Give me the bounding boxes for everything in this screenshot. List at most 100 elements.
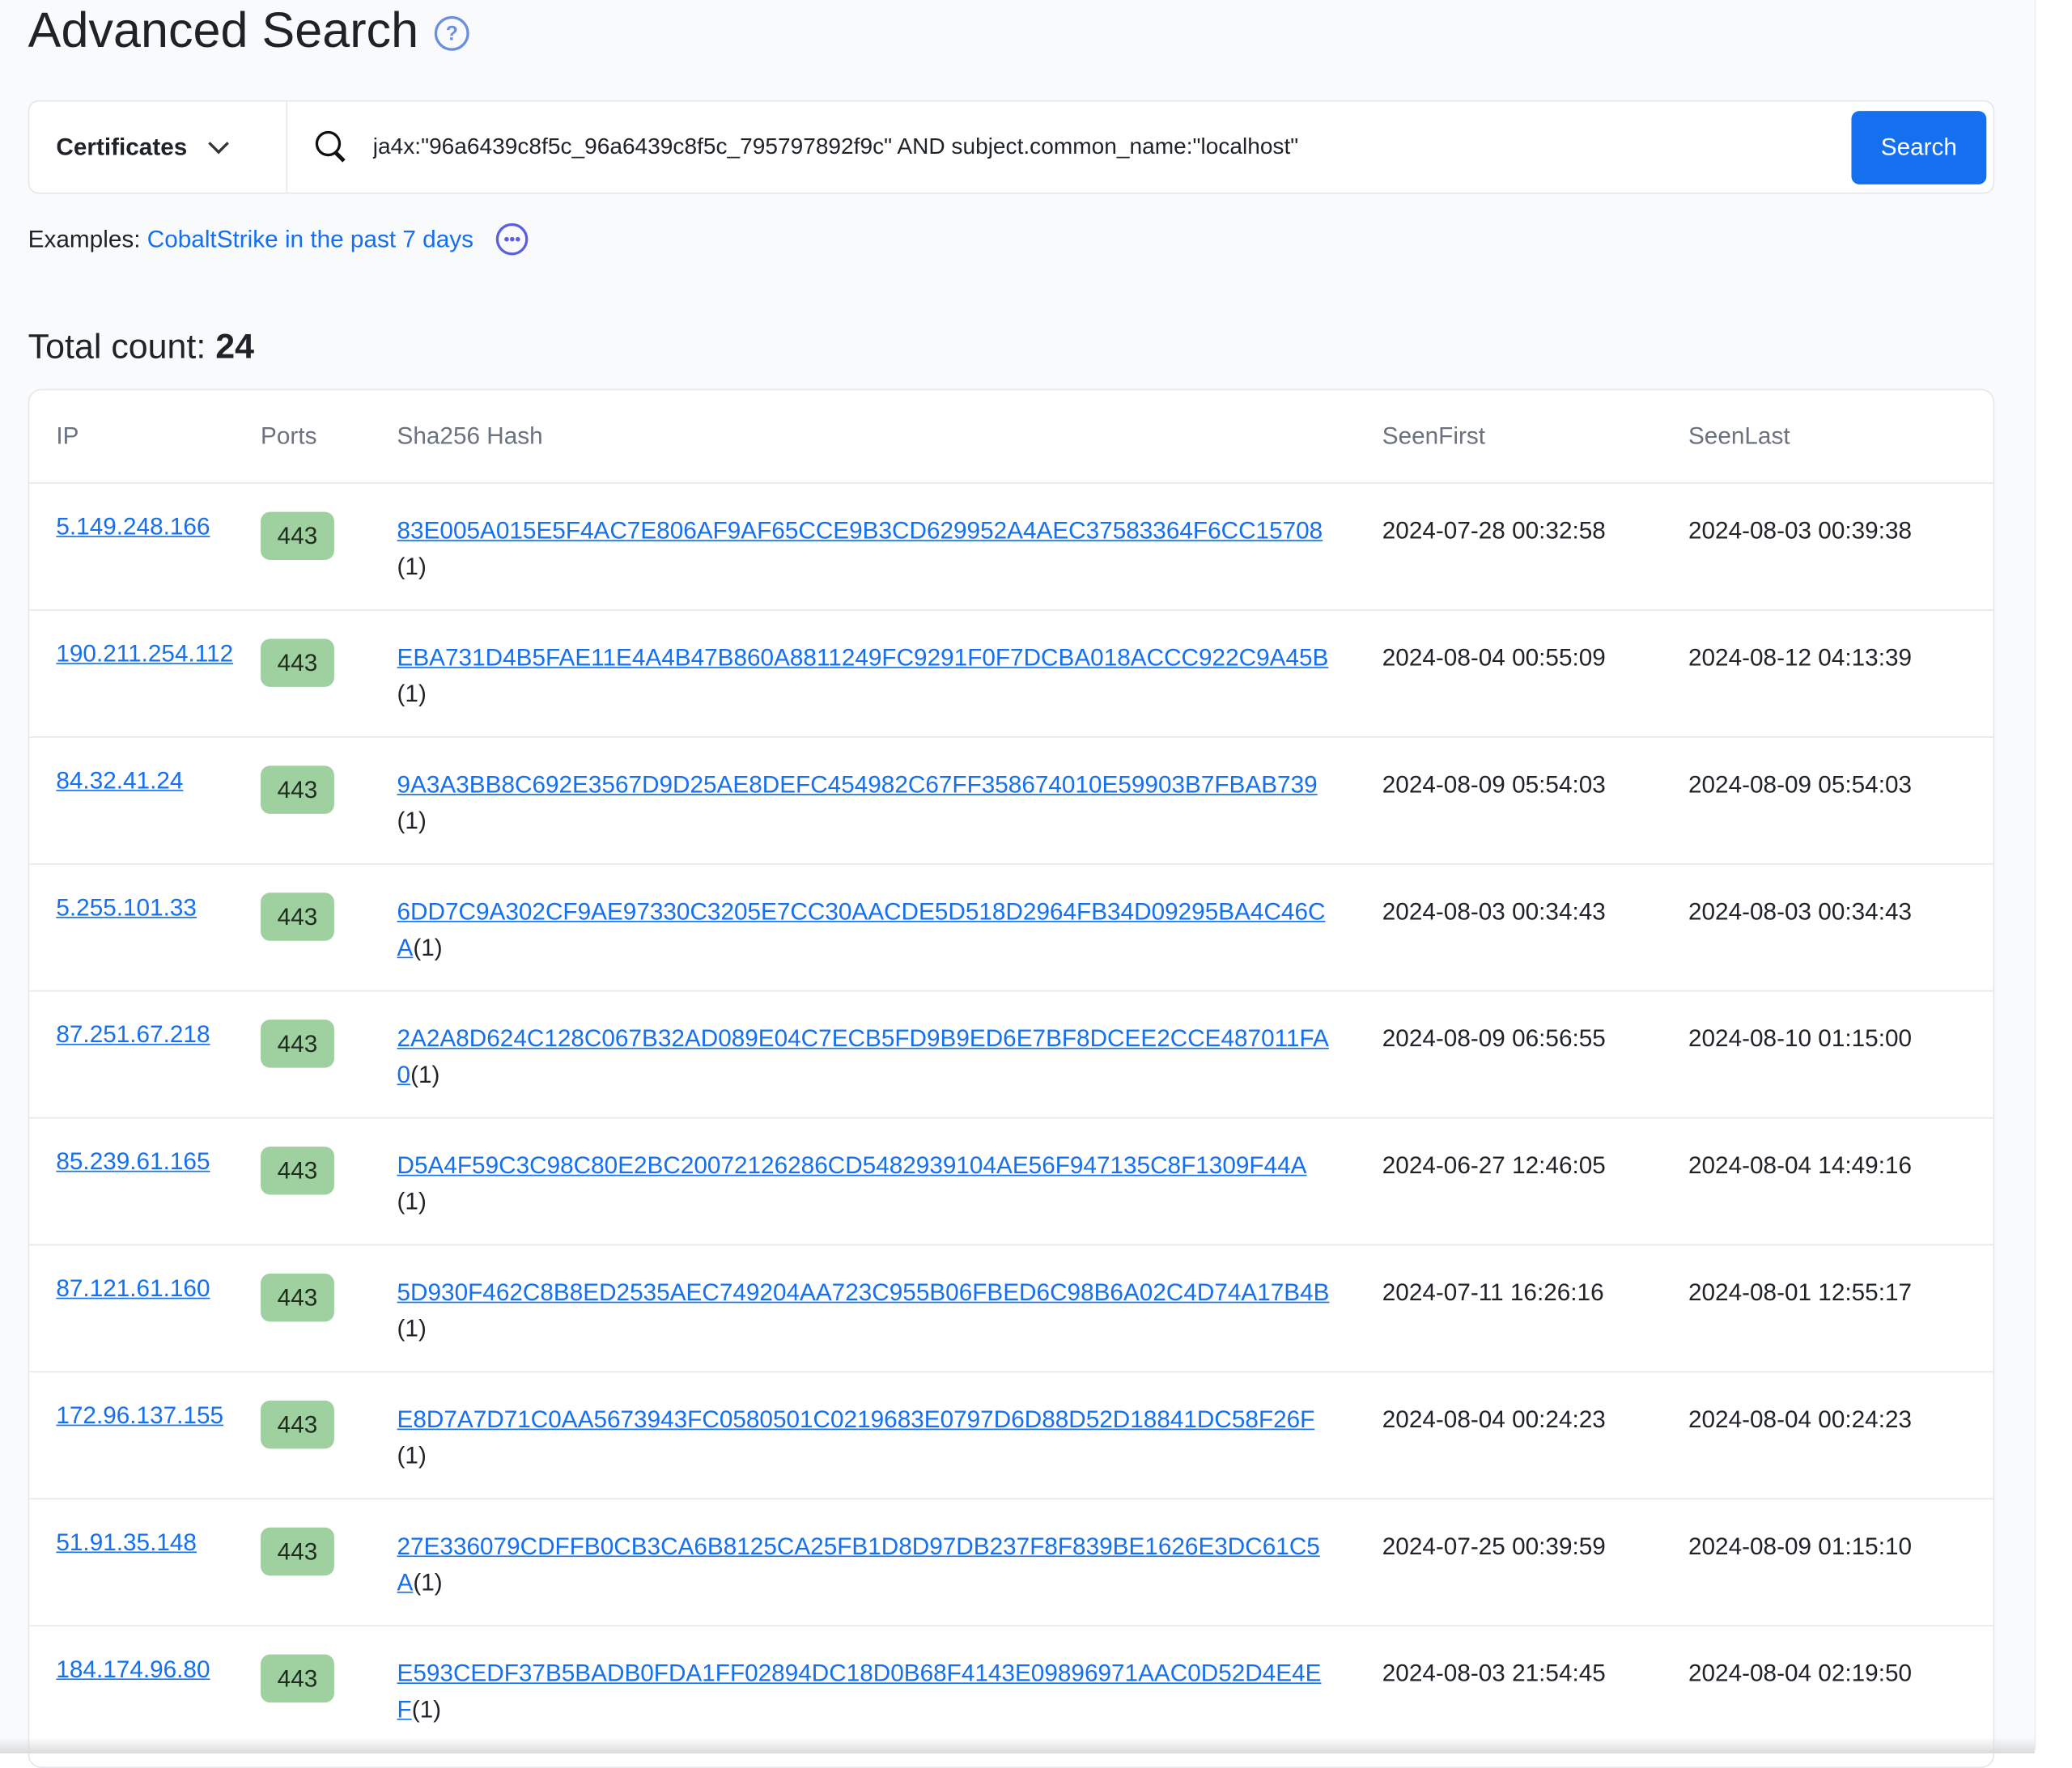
hash-link[interactable]: D5A4F59C3C98C80E2BC20072126286CD54829391…	[397, 1152, 1307, 1179]
hash-link[interactable]: E593CEDF37B5BADB0FDA1FF02894DC18D0B68F41…	[397, 1660, 1322, 1723]
hash-cell: 6DD7C9A302CF9AE97330C3205E7CC30AACDE5D51…	[397, 894, 1382, 966]
port-badge[interactable]: 443	[261, 1527, 334, 1576]
hash-link[interactable]: 27E336079CDFFB0CB3CA6B8125CA25FB1D8D97DB…	[397, 1533, 1320, 1596]
seen-last-value: 2024-08-03 00:39:38	[1688, 517, 1913, 545]
results-table: IP Ports Sha256 Hash SeenFirst SeenLast …	[28, 388, 1995, 1768]
table-row: 184.174.96.80 443 E593CEDF37B5BADB0FDA1FF0…	[29, 1626, 1993, 1753]
table-row: 5.149.248.166 443 83E005A015E5F4AC7E806AF9…	[29, 484, 1993, 611]
seen-last-value: 2024-08-09 01:15:10	[1688, 1533, 1913, 1560]
ports-cell: 443	[261, 511, 397, 561]
seen-last-cell: 2024-08-09 05:54:03	[1688, 767, 1969, 803]
hash-link[interactable]: 83E005A015E5F4AC7E806AF9AF65CCE9B3CD6299…	[397, 517, 1323, 544]
category-dropdown[interactable]: Certificates	[29, 101, 288, 193]
hash-count: (1)	[397, 1442, 427, 1469]
ip-link[interactable]: 87.251.67.218	[56, 1021, 210, 1048]
total-count: Total count: 24	[28, 326, 254, 367]
ellipsis-circle-icon[interactable]: •••	[496, 223, 529, 256]
ip-link[interactable]: 5.255.101.33	[56, 894, 197, 921]
hash-link[interactable]: 6DD7C9A302CF9AE97330C3205E7CC30AACDE5D51…	[397, 898, 1326, 961]
port-badge[interactable]: 443	[261, 511, 334, 561]
port-badge[interactable]: 443	[261, 1020, 334, 1068]
seen-first-cell: 2024-08-03 00:34:43	[1382, 894, 1688, 931]
hash-link[interactable]: EBA731D4B5FAE11E4A4B47B860A8811249FC9291…	[397, 644, 1329, 671]
table-row: 87.121.61.160 443 5D930F462C8B8ED2535AEC74…	[29, 1245, 1993, 1373]
seen-last-value: 2024-08-04 00:24:23	[1688, 1405, 1913, 1433]
column-header-ip: IP	[56, 422, 79, 449]
ip-link[interactable]: 172.96.137.155	[56, 1402, 223, 1429]
hash-cell: E593CEDF37B5BADB0FDA1FF02894DC18D0B68F41…	[397, 1656, 1382, 1728]
hash-count: (1)	[397, 553, 427, 580]
port-badge[interactable]: 443	[261, 892, 334, 941]
ip-link[interactable]: 85.239.61.165	[56, 1148, 210, 1175]
port-badge[interactable]: 443	[261, 1273, 334, 1322]
hash-link[interactable]: E8D7A7D71C0AA5673943FC0580501C0219683E07…	[397, 1405, 1315, 1432]
examples-label: Examples:	[28, 225, 141, 252]
ip-cell: 184.174.96.80	[29, 1656, 261, 1684]
hash-cell: 2A2A8D624C128C067B32AD089E04C7ECB5FD9B9E…	[397, 1021, 1382, 1093]
total-count-label: Total count:	[28, 325, 206, 367]
hash-cell: 83E005A015E5F4AC7E806AF9AF65CCE9B3CD6299…	[397, 513, 1382, 585]
column-header-seen-first: SeenFirst	[1382, 422, 1485, 449]
ports-cell: 443	[261, 1654, 397, 1703]
hash-cell: 9A3A3BB8C692E3567D9D25AE8DEFC454982C67FF…	[397, 767, 1382, 839]
hash-count: (1)	[413, 934, 443, 961]
seen-last-value: 2024-08-12 04:13:39	[1688, 644, 1913, 672]
seen-first-cell: 2024-08-04 00:24:23	[1382, 1402, 1688, 1439]
port-badge[interactable]: 443	[261, 765, 334, 814]
seen-last-cell: 2024-08-03 00:34:43	[1688, 894, 1969, 931]
table-row: 84.32.41.24 443 9A3A3BB8C692E3567D9D25AE8D…	[29, 738, 1993, 865]
seen-first-value: 2024-08-09 05:54:03	[1382, 770, 1606, 799]
ip-link[interactable]: 184.174.96.80	[56, 1656, 210, 1682]
hash-link[interactable]: 9A3A3BB8C692E3567D9D25AE8DEFC454982C67FF…	[397, 771, 1318, 798]
table-row: 87.251.67.218 443 2A2A8D624C128C067B32AD08…	[29, 991, 1993, 1119]
seen-first-cell: 2024-08-03 21:54:45	[1382, 1656, 1688, 1692]
example-link[interactable]: CobaltStrike in the past 7 days	[147, 225, 473, 253]
hash-count: (1)	[411, 1695, 442, 1723]
search-icon	[314, 129, 349, 164]
seen-first-cell: 2024-07-28 00:32:58	[1382, 513, 1688, 549]
total-count-value: 24	[215, 325, 255, 367]
seen-last-cell: 2024-08-04 00:24:23	[1688, 1402, 1969, 1439]
seen-last-value: 2024-08-01 12:55:17	[1688, 1278, 1913, 1306]
ip-link[interactable]: 87.121.61.160	[56, 1275, 210, 1302]
ip-link[interactable]: 5.149.248.166	[56, 513, 210, 540]
page-title: Advanced Search ?	[28, 2, 469, 58]
hash-cell: E8D7A7D71C0AA5673943FC0580501C0219683E07…	[397, 1402, 1382, 1474]
table-row: 85.239.61.165 443 D5A4F59C3C98C80E2BC20072…	[29, 1118, 1993, 1246]
ip-cell: 85.239.61.165	[29, 1148, 261, 1177]
ip-link[interactable]: 51.91.35.148	[56, 1528, 197, 1555]
hash-cell: EBA731D4B5FAE11E4A4B47B860A8811249FC9291…	[397, 640, 1382, 712]
hash-cell: D5A4F59C3C98C80E2BC20072126286CD54829391…	[397, 1148, 1382, 1220]
port-badge[interactable]: 443	[261, 638, 334, 687]
question-circle-icon[interactable]: ?	[434, 15, 469, 51]
examples: Examples: CobaltStrike in the past 7 day…	[28, 223, 529, 256]
seen-last-cell: 2024-08-04 02:19:50	[1688, 1656, 1969, 1692]
ip-cell: 84.32.41.24	[29, 767, 261, 795]
seen-first-value: 2024-08-09 06:56:55	[1382, 1024, 1606, 1052]
seen-last-cell: 2024-08-09 01:15:10	[1688, 1528, 1969, 1565]
hash-cell: 5D930F462C8B8ED2535AEC749204AA723C955B06…	[397, 1275, 1382, 1347]
seen-last-cell: 2024-08-03 00:39:38	[1688, 513, 1969, 549]
ports-cell: 443	[261, 1020, 397, 1068]
port-badge[interactable]: 443	[261, 1400, 334, 1449]
ip-link[interactable]: 84.32.41.24	[56, 767, 183, 794]
ports-cell: 443	[261, 1400, 397, 1449]
seen-last-value: 2024-08-10 01:15:00	[1688, 1024, 1913, 1052]
hash-count: (1)	[413, 1568, 443, 1596]
hash-count: (1)	[397, 807, 427, 834]
ip-link[interactable]: 190.211.254.112	[56, 640, 233, 667]
search-button[interactable]: Search	[1851, 110, 1987, 184]
seen-first-cell: 2024-08-09 06:56:55	[1382, 1021, 1688, 1058]
seen-last-value: 2024-08-04 02:19:50	[1688, 1660, 1913, 1687]
seen-last-value: 2024-08-03 00:34:43	[1688, 897, 1913, 925]
port-badge[interactable]: 443	[261, 1654, 334, 1703]
table-row: 190.211.254.112 443 EBA731D4B5FAE11E4A4B47…	[29, 611, 1993, 738]
hash-link[interactable]: 2A2A8D624C128C067B32AD089E04C7ECB5FD9B9E…	[397, 1025, 1329, 1088]
hash-link[interactable]: 5D930F462C8B8ED2535AEC749204AA723C955B06…	[397, 1279, 1330, 1306]
search-input[interactable]	[370, 132, 1852, 162]
seen-first-value: 2024-08-03 21:54:45	[1382, 1660, 1606, 1687]
port-badge[interactable]: 443	[261, 1147, 334, 1195]
bottom-shadow	[0, 1737, 2035, 1753]
ip-cell: 87.251.67.218	[29, 1021, 261, 1049]
hash-count: (1)	[397, 680, 427, 707]
